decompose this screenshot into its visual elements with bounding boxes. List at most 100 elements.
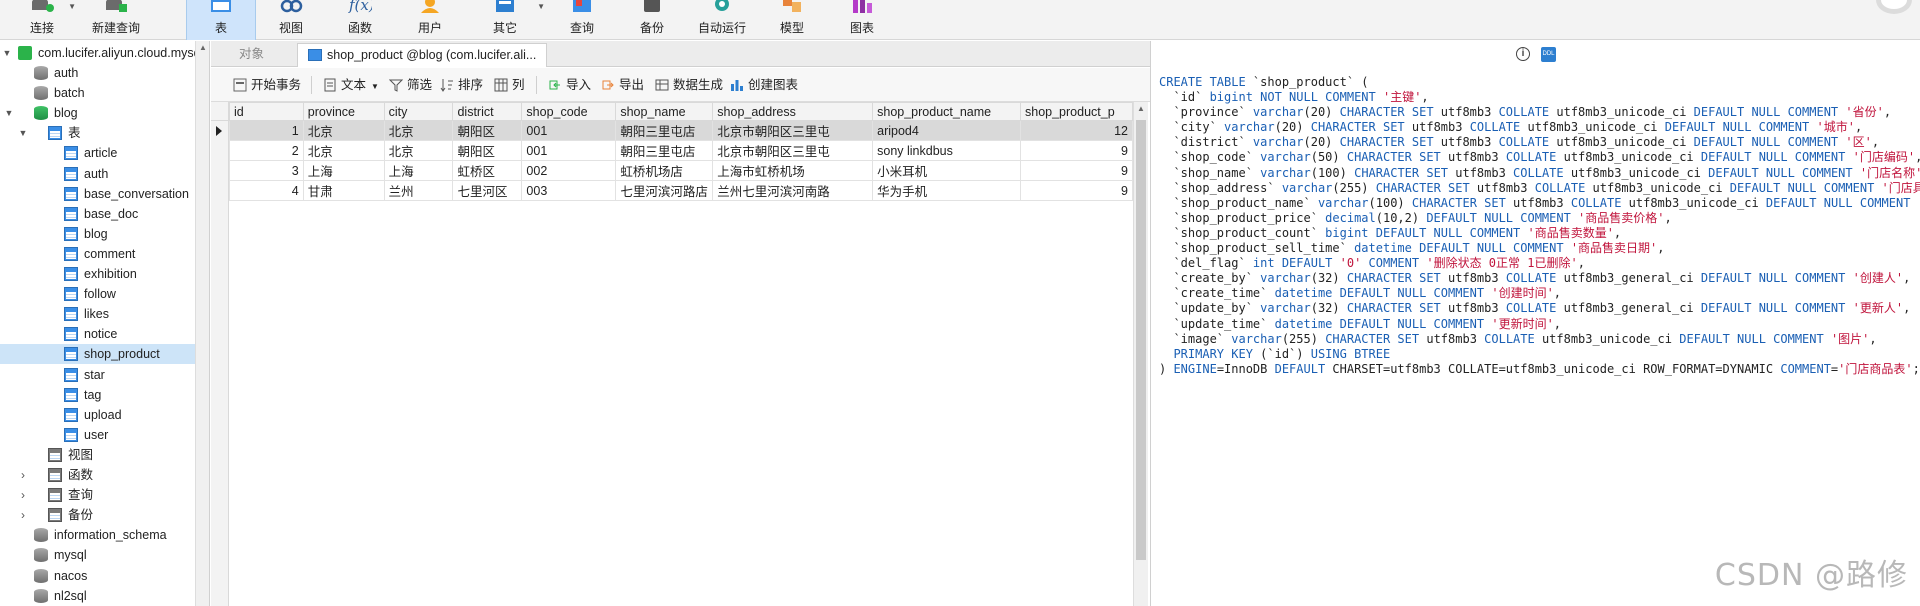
tree-scrollbar[interactable]: ▲ <box>195 41 209 606</box>
table-cell[interactable]: 002 <box>521 160 617 181</box>
table-cell[interactable]: 朝阳区 <box>452 140 523 161</box>
table-cell[interactable]: 甘肃 <box>302 180 385 201</box>
query-button[interactable]: 查询 <box>552 0 612 40</box>
tree-item[interactable]: auth <box>0 63 209 83</box>
tree-item[interactable]: › 函数 <box>0 465 209 485</box>
user-button[interactable]: 用户 <box>400 0 460 40</box>
table-cell[interactable]: 兰州七里河滨河南路 <box>712 180 874 201</box>
tree-item[interactable]: information_schema <box>0 525 209 545</box>
new-query-button[interactable]: 新建查询 <box>86 0 146 40</box>
tree-connection[interactable]: ▼ com.lucifer.aliyun.cloud.mysql <box>0 43 209 63</box>
ddl-icon[interactable]: DDL <box>1541 47 1556 62</box>
column-header[interactable]: id <box>229 102 304 121</box>
tree-item[interactable]: nacos <box>0 566 209 586</box>
chart-button[interactable]: 图表 <box>832 0 892 40</box>
tree-item[interactable]: batch <box>0 83 209 103</box>
tree-item[interactable]: mysql <box>0 545 209 565</box>
table-row[interactable]: 4 甘肃 兰州 七里河区 003 七里河滨河路店 兰州七里河滨河南路 华为手机 9 <box>229 180 1133 201</box>
table-cell[interactable]: 4 <box>229 180 304 201</box>
table-cell[interactable]: 3 <box>229 160 304 181</box>
table-row[interactable]: 1 北京 北京 朝阳区 001 朝阳三里屯店 北京市朝阳区三里屯 aripod4 12 <box>229 120 1133 141</box>
tree-item[interactable]: follow <box>0 284 209 304</box>
grid-scrollbar[interactable]: ▲ <box>1133 102 1148 606</box>
chevron-right-icon[interactable]: › <box>18 505 28 525</box>
chevron-right-icon[interactable]: › <box>18 485 28 505</box>
tree-item[interactable]: shop_product <box>0 344 209 365</box>
tree-item[interactable]: base_conversation <box>0 184 209 204</box>
table-cell[interactable]: 北京市朝阳区三里屯 <box>712 140 874 161</box>
chevron-down-icon[interactable]: ▼ <box>537 2 545 11</box>
table-cell[interactable]: 003 <box>521 180 617 201</box>
column-header[interactable]: district <box>452 102 523 121</box>
tree-item[interactable]: notice <box>0 324 209 344</box>
tree-item[interactable]: base_doc <box>0 204 209 224</box>
column-header[interactable]: shop_product_name <box>872 102 1021 121</box>
table-button[interactable]: 表 <box>186 0 256 40</box>
import-button[interactable]: 导入 <box>548 77 591 93</box>
table-cell[interactable]: 上海 <box>302 160 385 181</box>
table-cell[interactable]: 虹桥机场店 <box>615 160 714 181</box>
table-cell[interactable]: 北京 <box>383 140 454 161</box>
tree-item[interactable]: exhibition <box>0 264 209 284</box>
view-button[interactable]: 视图 <box>262 0 320 40</box>
column-header[interactable]: shop_product_p <box>1020 102 1133 121</box>
table-cell[interactable]: 七里河滨河路店 <box>615 180 714 201</box>
table-cell[interactable]: 虹桥区 <box>452 160 523 181</box>
chevron-down-icon[interactable]: ▼ <box>68 2 76 11</box>
column-header[interactable]: shop_code <box>521 102 617 121</box>
tree-item[interactable]: likes <box>0 304 209 324</box>
connect-button[interactable]: 连接 ▼ <box>12 0 76 40</box>
tree-item[interactable]: › 备份 <box>0 505 209 525</box>
table-cell[interactable]: 朝阳三里屯店 <box>615 120 714 141</box>
tree-item[interactable]: ▼ 表 <box>0 123 209 143</box>
export-button[interactable]: 导出 <box>601 77 644 93</box>
sort-button[interactable]: 排序 <box>440 77 483 93</box>
table-cell[interactable]: 小米耳机 <box>872 160 1021 181</box>
table-row[interactable]: 3 上海 上海 虹桥区 002 虹桥机场店 上海市虹桥机场 小米耳机 9 <box>229 160 1133 181</box>
chevron-down-icon[interactable]: ▼ <box>371 82 379 91</box>
table-cell[interactable]: 9 <box>1020 160 1133 181</box>
tab-objects[interactable]: 对象 <box>229 43 274 67</box>
tree-item[interactable]: user <box>0 425 209 445</box>
tree-item[interactable]: auth <box>0 164 209 184</box>
column-header[interactable]: city <box>383 102 454 121</box>
table-cell[interactable]: 北京 <box>383 120 454 141</box>
table-cell[interactable]: 2 <box>229 140 304 161</box>
table-cell[interactable]: 兰州 <box>383 180 454 201</box>
tree-item[interactable]: ▼ blog <box>0 103 209 123</box>
scrollbar-thumb[interactable] <box>1136 120 1146 560</box>
tree-item[interactable]: blog <box>0 224 209 244</box>
model-button[interactable]: 模型 <box>762 0 822 40</box>
chevron-down-icon[interactable]: ▼ <box>2 43 12 63</box>
table-cell[interactable]: 9 <box>1020 180 1133 201</box>
text-button[interactable]: 文本 ▼ <box>323 77 379 93</box>
data-generation-button[interactable]: 数据生成 <box>655 77 723 93</box>
table-cell[interactable]: 001 <box>521 140 617 161</box>
table-cell[interactable]: sony linkdbus <box>872 140 1021 161</box>
backup-button[interactable]: 备份 <box>622 0 682 40</box>
table-cell[interactable]: aripod4 <box>872 120 1021 141</box>
table-cell[interactable]: 上海市虹桥机场 <box>712 160 874 181</box>
column-header[interactable]: shop_address <box>712 102 874 121</box>
scroll-up-icon[interactable]: ▲ <box>199 43 207 52</box>
table-cell[interactable]: 001 <box>521 120 617 141</box>
auto-run-button[interactable]: 自动运行 <box>692 0 752 40</box>
column-header[interactable]: province <box>302 102 385 121</box>
table-cell[interactable]: 华为手机 <box>872 180 1021 201</box>
tree-item[interactable]: 视图 <box>0 445 209 465</box>
function-button[interactable]: f(x) 函数 <box>330 0 390 40</box>
tree-item[interactable]: comment <box>0 244 209 264</box>
scroll-up-icon[interactable]: ▲ <box>1137 104 1145 113</box>
column-header[interactable]: shop_name <box>615 102 714 121</box>
chevron-right-icon[interactable]: › <box>18 465 28 485</box>
chevron-down-icon[interactable]: ▼ <box>18 123 28 143</box>
avatar[interactable] <box>1876 0 1912 14</box>
table-cell[interactable]: 朝阳三里屯店 <box>615 140 714 161</box>
table-cell[interactable]: 朝阳区 <box>452 120 523 141</box>
ddl-code[interactable]: CREATE TABLE `shop_product` ( `id` bigin… <box>1159 75 1920 377</box>
create-chart-button[interactable]: 创建图表 <box>730 77 798 93</box>
tree-item[interactable]: star <box>0 365 209 385</box>
table-cell[interactable]: 北京 <box>302 120 385 141</box>
table-cell[interactable]: 12 <box>1020 120 1133 141</box>
tree-item[interactable]: nl2sql <box>0 586 209 606</box>
